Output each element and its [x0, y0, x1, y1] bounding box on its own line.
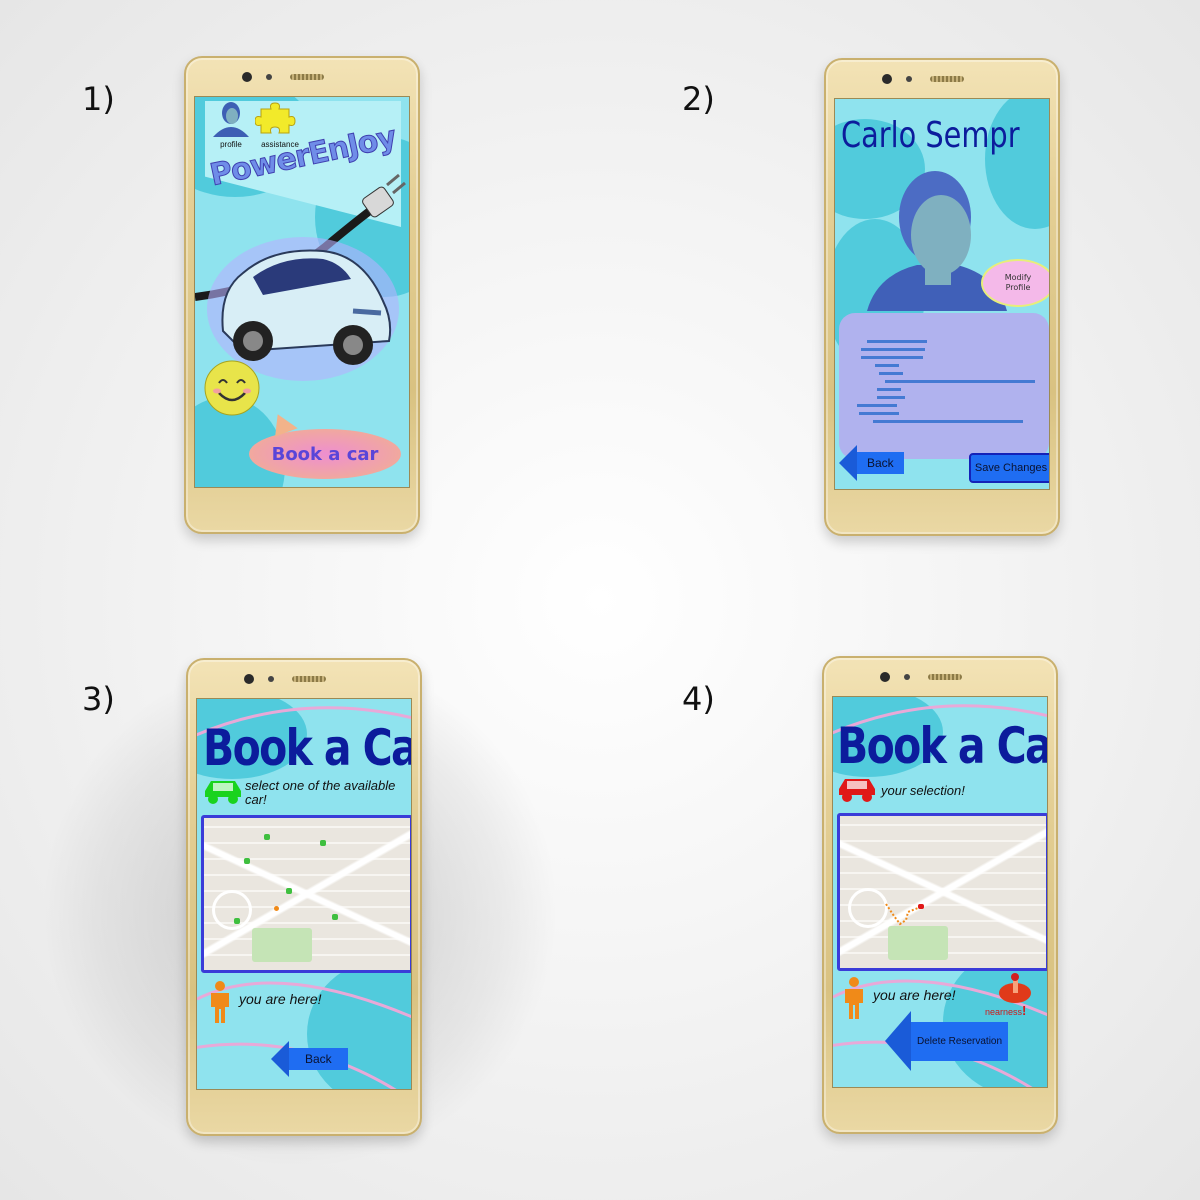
- profile-field-line: [875, 364, 899, 367]
- back-arrow-icon: [839, 445, 857, 481]
- book-a-car-label: Book a car: [271, 443, 379, 465]
- panel-1-label: 1): [82, 80, 115, 118]
- save-changes-label: Save Changes: [974, 462, 1048, 474]
- profile-field-line: [877, 396, 905, 399]
- person-icon: [845, 977, 863, 1019]
- profile-field-line: [861, 356, 923, 359]
- profile-field-line: [879, 372, 903, 375]
- profile-screen: Carlo Sempr Modify Profile Back Save Cha…: [834, 98, 1050, 490]
- page-title: Book a Car: [837, 717, 1048, 775]
- delete-reservation-button[interactable]: Delete Reservation: [885, 1011, 1009, 1071]
- available-car-marker[interactable]: [234, 918, 240, 924]
- panel-3-label: 3): [82, 680, 115, 718]
- profile-field-line: [885, 380, 1035, 383]
- profile-field-line: [861, 348, 925, 351]
- profile-fields-panel: [839, 313, 1049, 459]
- back-button[interactable]: Back: [839, 445, 904, 481]
- puzzle-icon: [254, 102, 296, 134]
- user-location-marker: [274, 906, 279, 911]
- profile-field-line: [867, 340, 927, 343]
- available-car-marker[interactable]: [320, 840, 326, 846]
- map-view[interactable]: [837, 813, 1047, 971]
- modify-profile-label: Modify Profile: [1004, 272, 1032, 292]
- available-car-marker[interactable]: [332, 914, 338, 920]
- instruction-text: select one of the available car!: [245, 778, 396, 808]
- back-arrow-icon: [271, 1041, 289, 1077]
- profile-field-line: [873, 420, 1023, 423]
- reservation-screen: Book a Car your selection! you are here!: [832, 696, 1048, 1088]
- selected-car-marker[interactable]: [918, 904, 924, 909]
- profile-field-line: [877, 388, 901, 391]
- map-view[interactable]: [201, 815, 411, 973]
- profile-field-line: [859, 412, 899, 415]
- book-car-screen: Book a Car select one of the available c…: [196, 698, 412, 1090]
- home-screen: profile assistance PowerEnJoy Book a car: [194, 96, 410, 488]
- delete-reservation-label: Delete Reservation: [911, 1021, 1009, 1061]
- available-car-marker[interactable]: [244, 858, 250, 864]
- you-are-here-text: you are here!: [873, 987, 956, 1003]
- available-car-marker[interactable]: [286, 888, 292, 894]
- back-label: Back: [857, 452, 904, 474]
- you-are-here-text: you are here!: [239, 991, 322, 1007]
- back-button[interactable]: Back: [271, 1041, 348, 1077]
- back-arrow-icon: [885, 1011, 911, 1071]
- selection-text: your selection!: [881, 783, 965, 798]
- profile-field-line: [857, 404, 897, 407]
- phone-1: profile assistance PowerEnJoy Book a car: [184, 56, 420, 534]
- profile-icon: [213, 102, 249, 137]
- panel-4-label: 4): [682, 680, 715, 718]
- profile-button[interactable]: profile: [211, 101, 251, 149]
- red-car-icon: [839, 779, 875, 802]
- available-car-marker[interactable]: [264, 834, 270, 840]
- joystick-icon: [999, 973, 1031, 1003]
- phone-3: Book a Car select one of the available c…: [186, 658, 422, 1136]
- back-label: Back: [289, 1048, 348, 1070]
- profile-label: profile: [220, 140, 242, 149]
- panel-2-label: 2): [682, 80, 715, 118]
- green-car-icon: [205, 781, 241, 804]
- person-icon: [211, 981, 229, 1023]
- route-path: [885, 903, 919, 926]
- book-a-car-button[interactable]: Book a car: [249, 429, 401, 479]
- smiley-icon: [204, 360, 260, 416]
- user-name: Carlo Sempr: [841, 115, 1020, 156]
- electric-car-image: [207, 237, 399, 381]
- save-changes-button[interactable]: Save Changes: [969, 453, 1049, 483]
- phone-4: Book a Car your selection! you are here!: [822, 656, 1058, 1134]
- modify-profile-button[interactable]: Modify Profile: [981, 259, 1049, 307]
- page-title: Book a Car: [203, 719, 411, 777]
- phone-2: Carlo Sempr Modify Profile Back Save Cha…: [824, 58, 1060, 536]
